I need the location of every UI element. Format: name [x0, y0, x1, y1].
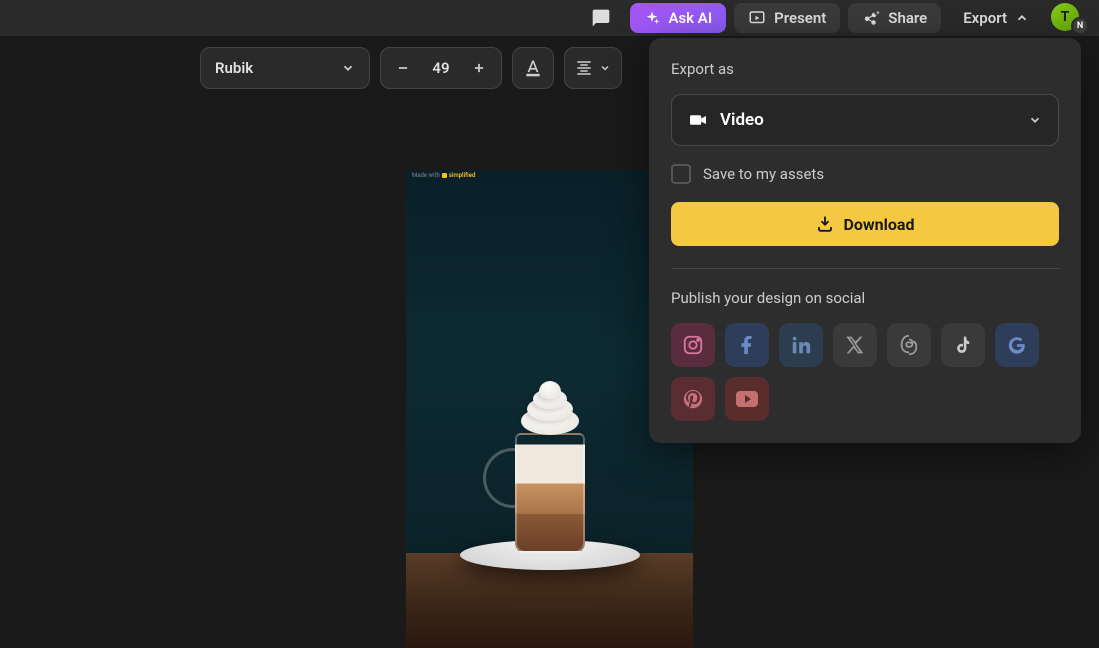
- download-icon: [816, 215, 834, 233]
- social-facebook-button[interactable]: [725, 323, 769, 367]
- video-icon: [688, 112, 708, 128]
- ask-ai-button[interactable]: Ask AI: [630, 3, 726, 33]
- present-icon: [748, 9, 766, 27]
- social-linkedin-button[interactable]: [779, 323, 823, 367]
- coffee-glass: [505, 413, 595, 553]
- text-color-icon: [523, 58, 543, 78]
- google-icon: [1006, 334, 1028, 356]
- publish-title: Publish your design on social: [671, 289, 1059, 307]
- align-icon: [575, 59, 593, 77]
- share-button[interactable]: + Share: [848, 3, 941, 33]
- linkedin-icon: [790, 334, 812, 356]
- facebook-icon: [736, 334, 758, 356]
- social-x-button[interactable]: [833, 323, 877, 367]
- chevron-down-icon: [341, 61, 355, 75]
- increase-size-button[interactable]: [465, 54, 493, 82]
- save-assets-label: Save to my assets: [703, 165, 824, 183]
- avatar-initial: T: [1061, 9, 1070, 25]
- avatar-group[interactable]: T N: [1051, 3, 1087, 33]
- save-assets-row: Save to my assets: [671, 164, 1059, 184]
- watermark-logo-icon: [442, 173, 447, 178]
- font-name: Rubik: [215, 59, 253, 77]
- export-button[interactable]: Export: [949, 3, 1043, 33]
- download-label: Download: [844, 215, 915, 234]
- threads-icon: [898, 334, 920, 356]
- chevron-down-icon: [1028, 113, 1042, 127]
- sparkle-icon: [644, 10, 660, 26]
- font-size-control: 49: [380, 47, 502, 89]
- watermark-brand: simplified: [449, 172, 476, 179]
- comment-icon: [590, 8, 612, 28]
- font-size-value[interactable]: 49: [421, 59, 461, 77]
- avatar-badge-text: N: [1077, 21, 1083, 31]
- present-label: Present: [774, 9, 826, 27]
- tiktok-icon: [953, 334, 973, 356]
- chevron-down-icon: [599, 62, 611, 74]
- text-color-button[interactable]: [512, 47, 554, 89]
- format-selector[interactable]: Video: [671, 94, 1059, 146]
- instagram-icon: [682, 334, 704, 356]
- font-selector[interactable]: Rubik: [200, 47, 370, 89]
- avatar-badge: N: [1071, 17, 1089, 35]
- social-grid: [671, 323, 1059, 421]
- present-button[interactable]: Present: [734, 3, 840, 33]
- pinterest-icon: [682, 388, 704, 410]
- watermark: Made with simplified: [412, 172, 475, 179]
- share-icon: +: [862, 9, 880, 27]
- export-as-label: Export as: [671, 60, 1059, 78]
- social-instagram-button[interactable]: [671, 323, 715, 367]
- divider: [671, 268, 1059, 269]
- export-panel: Export as Video Save to my assets Downlo…: [649, 38, 1081, 443]
- download-button[interactable]: Download: [671, 202, 1059, 246]
- social-google-button[interactable]: [995, 323, 1039, 367]
- topbar: Ask AI Present + Share Export T N: [0, 0, 1099, 36]
- comments-button[interactable]: [580, 2, 622, 34]
- alignment-button[interactable]: [564, 47, 622, 89]
- minus-icon: [396, 61, 410, 75]
- plus-icon: [472, 61, 486, 75]
- youtube-icon: [735, 390, 759, 408]
- x-icon: [845, 335, 865, 355]
- export-label: Export: [963, 9, 1007, 27]
- social-youtube-button[interactable]: [725, 377, 769, 421]
- social-tiktok-button[interactable]: [941, 323, 985, 367]
- decrease-size-button[interactable]: [389, 54, 417, 82]
- save-assets-checkbox[interactable]: [671, 164, 691, 184]
- ask-ai-label: Ask AI: [668, 9, 712, 27]
- chevron-up-icon: [1015, 11, 1029, 25]
- format-value: Video: [720, 110, 764, 130]
- social-threads-button[interactable]: [887, 323, 931, 367]
- glass-body: [515, 433, 585, 553]
- social-pinterest-button[interactable]: [671, 377, 715, 421]
- whipped-cream: [520, 385, 580, 435]
- svg-text:+: +: [877, 10, 881, 17]
- watermark-text: Made with: [412, 172, 440, 179]
- share-label: Share: [888, 9, 927, 27]
